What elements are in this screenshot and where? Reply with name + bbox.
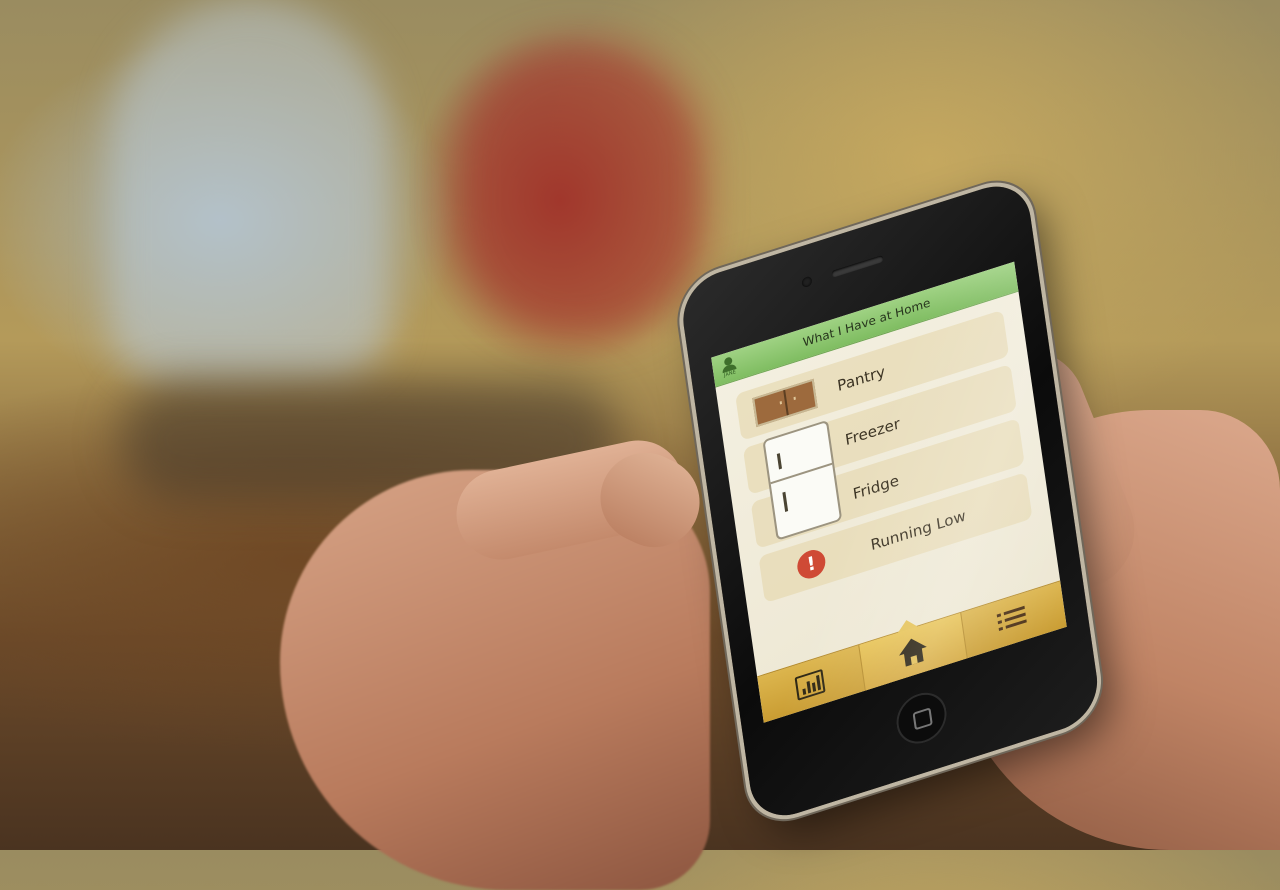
phone-device: JANE What I Have at Home Pantry Freezer: [630, 175, 1103, 860]
alert-icon: !: [795, 546, 828, 583]
home-icon: [897, 634, 929, 670]
bar-chart-icon: [794, 668, 826, 701]
tab-list[interactable]: [959, 581, 1067, 659]
background-person-left: [110, 0, 390, 380]
cabinet-icon: [752, 378, 818, 428]
user-profile-icon[interactable]: JANE: [718, 353, 741, 381]
tab-statistics[interactable]: [757, 645, 865, 722]
list-item-label: Fridge: [851, 471, 901, 504]
fridge-handle: [782, 491, 789, 512]
earpiece-speaker: [831, 254, 884, 278]
list-item-label: Pantry: [836, 362, 887, 396]
fridge-icon: [762, 419, 843, 541]
freezer-handle: [776, 453, 783, 470]
list-item-label: Running Low: [869, 506, 967, 555]
phone-body: JANE What I Have at Home Pantry Freezer: [677, 175, 1103, 827]
list-item-label: Freezer: [844, 414, 902, 450]
front-camera: [801, 275, 813, 289]
list-icon: [996, 605, 1028, 636]
app-screen: JANE What I Have at Home Pantry Freezer: [711, 261, 1067, 723]
home-button[interactable]: [893, 686, 950, 751]
